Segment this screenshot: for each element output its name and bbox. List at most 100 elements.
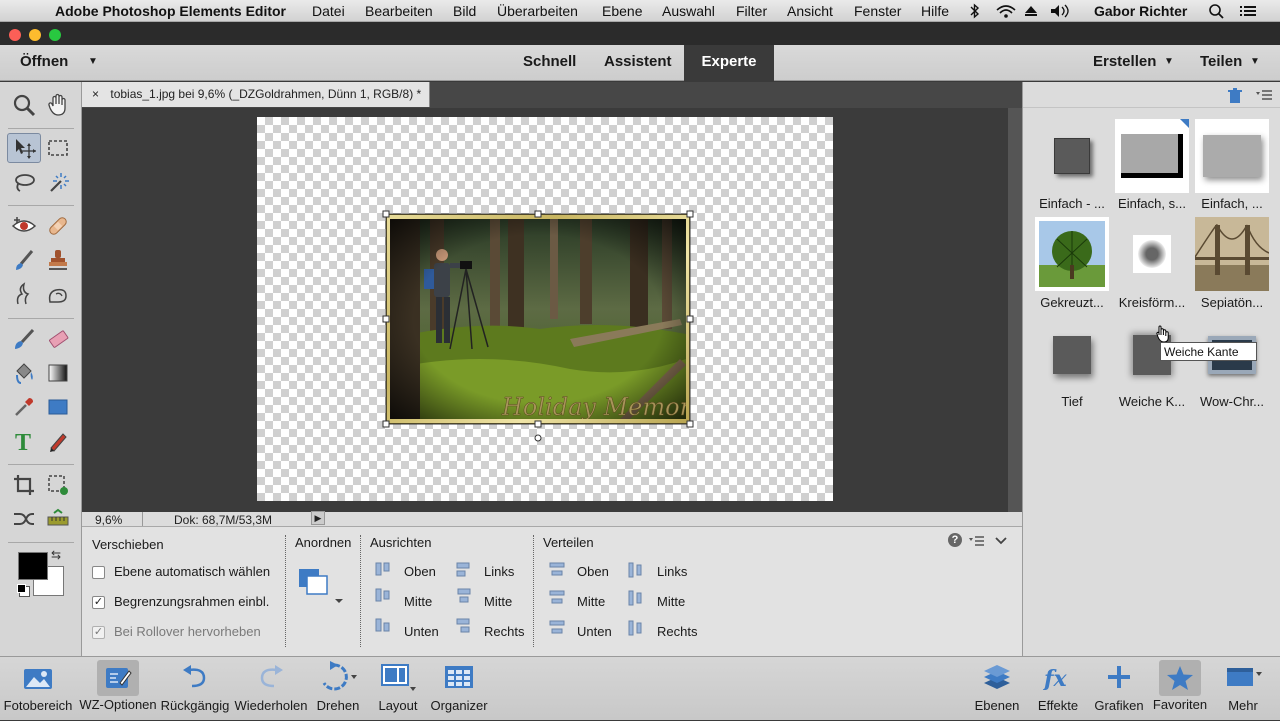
zoom-tool-icon[interactable] [7,90,41,120]
bbox-handle[interactable] [382,420,390,428]
crop-tool-icon[interactable] [7,470,41,500]
collapse-panel-icon[interactable] [995,537,1007,545]
auto-select-checkbox[interactable] [92,566,105,579]
distribute-right-icon[interactable] [628,620,634,636]
show-bbox-checkbox[interactable]: ✓ [92,596,105,609]
style-tief-label[interactable]: Tief [1030,394,1114,409]
undo-button[interactable]: Rückgängig [159,657,231,721]
align-middle-icon[interactable] [375,588,382,602]
style-sepiatoen-thumb[interactable] [1195,217,1269,291]
bluetooth-icon[interactable] [970,3,980,19]
blur-tool-icon[interactable] [7,279,41,309]
bbox-handle[interactable] [686,315,694,323]
smart-brush-icon[interactable] [7,245,41,275]
style-sepiatoen-label[interactable]: Sepiatön... [1190,295,1274,310]
hand-tool-icon[interactable] [41,90,75,120]
status-menu-arrow-icon[interactable]: ▶ [311,511,325,525]
menu-fenster[interactable]: Fenster [854,3,901,19]
menu-filter[interactable]: Filter [736,3,767,19]
default-colors-icon[interactable] [17,584,26,593]
more-button[interactable]: Mehr [1218,657,1268,721]
align-left-label[interactable]: Links [484,564,514,579]
tool-options-button[interactable]: WZ-Optionen [78,657,158,721]
menu-datei[interactable]: Datei [312,3,345,19]
photo-bin-button[interactable]: Fotobereich [4,657,72,721]
panel-menu-icon[interactable] [969,536,984,546]
paint-bucket-tool-icon[interactable] [7,358,41,388]
notification-list-icon[interactable] [1240,6,1256,16]
style-einfach-2-thumb[interactable] [1115,119,1189,193]
straighten-tool-icon[interactable] [41,504,75,534]
wifi-icon[interactable] [996,5,1016,18]
zoom-level[interactable]: 9,6% [95,513,122,527]
bbox-handle[interactable] [382,210,390,218]
user-name[interactable]: Gabor Richter [1094,3,1187,19]
menu-ueberarbeiten[interactable]: Überarbeiten [497,3,578,19]
recompose-tool-icon[interactable] [41,470,75,500]
favorites-button[interactable]: Favoriten [1150,657,1210,721]
brush-tool-icon[interactable] [7,324,41,354]
swap-colors-icon[interactable]: ⇆ [51,548,61,562]
bbox-handle[interactable] [382,315,390,323]
graphics-button[interactable]: Grafiken [1092,657,1146,721]
style-einfach-1-thumb[interactable] [1035,119,1109,193]
arrange-button[interactable] [297,567,347,603]
minimize-window-button[interactable] [29,29,41,41]
tab-experte[interactable]: Experte [684,45,774,81]
bbox-handle[interactable] [686,420,694,428]
distribute-top-label[interactable]: Oben [577,564,609,579]
style-einfach-3-label[interactable]: Einfach, ... [1190,196,1274,211]
marquee-tool-icon[interactable] [41,133,75,163]
menu-hilfe[interactable]: Hilfe [921,3,949,19]
zoom-window-button[interactable] [49,29,61,41]
open-dropdown-icon[interactable]: ▼ [88,56,98,67]
app-name-menu[interactable]: Adobe Photoshop Elements Editor [55,3,286,19]
align-top-label[interactable]: Oben [404,564,436,579]
rotate-button[interactable]: Drehen [312,657,364,721]
menu-ebene[interactable]: Ebene [602,3,642,19]
share-dropdown-icon[interactable]: ▼ [1250,56,1260,67]
trash-icon[interactable] [1228,88,1242,103]
pencil-tool-icon[interactable] [41,426,75,456]
layout-button[interactable]: Layout [374,657,422,721]
spot-healing-brush-icon[interactable] [41,211,75,241]
menu-bearbeiten[interactable]: Bearbeiten [365,3,433,19]
align-right-icon[interactable] [456,618,470,625]
organizer-button[interactable]: Organizer [428,657,490,721]
share-button[interactable]: Teilen [1200,53,1242,70]
distribute-vmiddle-label[interactable]: Mitte [577,594,605,609]
style-tief-thumb[interactable] [1035,318,1109,392]
menu-auswahl[interactable]: Auswahl [662,3,715,19]
distribute-top-icon[interactable] [549,562,565,568]
type-tool-icon[interactable]: T [7,426,41,456]
align-bottom-icon[interactable] [375,618,382,632]
align-center-icon[interactable] [457,588,471,595]
align-left-icon[interactable] [456,562,470,569]
style-gekreuzt-label[interactable]: Gekreuzt... [1030,295,1114,310]
vertical-scrollbar[interactable] [1008,108,1022,512]
distribute-left-icon[interactable] [628,562,634,578]
sponge-tool-icon[interactable] [41,279,75,309]
move-tool-icon[interactable] [7,133,41,163]
red-eye-tool-icon[interactable] [7,211,41,241]
distribute-middle-icon[interactable] [549,590,565,596]
rotate-handle[interactable] [534,434,542,442]
align-vmiddle-label[interactable]: Mitte [404,594,432,609]
volume-icon[interactable] [1051,4,1069,18]
help-icon[interactable]: ? [948,533,962,547]
clone-stamp-tool-icon[interactable] [41,245,75,275]
distribute-left-label[interactable]: Links [657,564,687,579]
distribute-bottom-icon[interactable] [549,620,565,626]
style-einfach-1-label[interactable]: Einfach - ... [1030,196,1114,211]
layers-button[interactable]: Ebenen [972,657,1022,721]
foreground-color-swatch[interactable] [18,552,48,580]
panel-options-icon[interactable] [1256,90,1272,100]
bbox-handle[interactable] [534,420,542,428]
style-einfach-2-label[interactable]: Einfach, s... [1110,196,1194,211]
gradient-tool-icon[interactable] [41,358,75,388]
align-right-label[interactable]: Rechts [484,624,524,639]
distribute-hcenter-label[interactable]: Mitte [657,594,685,609]
style-einfach-3-thumb[interactable] [1195,119,1269,193]
close-document-icon[interactable]: × [92,87,99,101]
align-bottom-label[interactable]: Unten [404,624,439,639]
